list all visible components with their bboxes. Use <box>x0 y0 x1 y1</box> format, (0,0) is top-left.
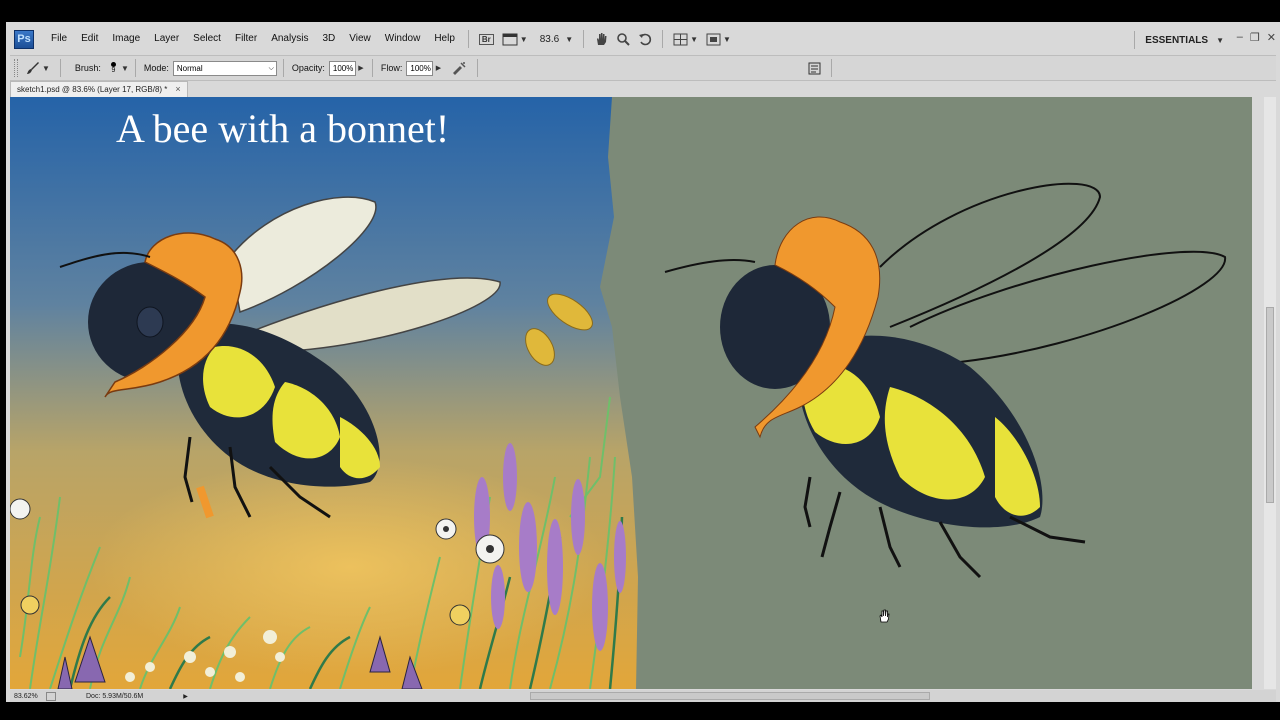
photoshop-window: Ps File Edit Image Layer Select Filter A… <box>6 22 1280 702</box>
artwork-canvas <box>10 97 1252 689</box>
mode-label: Mode: <box>143 63 169 73</box>
hand-cursor-icon <box>879 609 890 623</box>
flow-slider-button[interactable]: ▶ <box>433 61 443 76</box>
menu-edit[interactable]: Edit <box>74 29 105 49</box>
rotate-view-icon <box>639 33 652 46</box>
menu-analysis[interactable]: Analysis <box>264 29 315 49</box>
restore-icon[interactable]: ❐ <box>1250 31 1260 44</box>
brush-tool-icon <box>27 62 39 74</box>
status-zoom[interactable]: 83.62% <box>10 693 46 700</box>
screen-mode-icon <box>502 33 518 45</box>
arrange-documents-button[interactable]: ▼ <box>669 29 702 49</box>
menu-bar: Ps File Edit Image Layer Select Filter A… <box>6 26 1280 52</box>
flow-label: Flow: <box>380 63 403 73</box>
screen-mode-toggle-button[interactable]: ▼ <box>702 29 735 49</box>
workspace-switcher[interactable]: ESSENTIALS ▼ <box>1134 31 1224 49</box>
vertical-scroll-thumb[interactable] <box>1266 307 1274 503</box>
magnifier-icon <box>617 33 630 46</box>
document-tab[interactable]: sketch1.psd @ 83.6% (Layer 17, RGB/8) * … <box>10 81 188 97</box>
opacity-slider-button[interactable]: ▶ <box>356 61 366 76</box>
brush-label: Brush: <box>74 63 101 73</box>
brush-preset-picker[interactable]: 9 ▼ <box>110 61 129 75</box>
triangle-right-icon: ▶ <box>435 65 442 72</box>
close-icon[interactable]: × <box>175 82 180 97</box>
zoom-level-value: 83.6 <box>539 33 560 45</box>
chevron-down-icon: ▼ <box>565 34 574 44</box>
blend-mode-select[interactable]: Normal ⌵ <box>172 60 277 76</box>
minimize-icon[interactable]: – <box>1237 31 1243 44</box>
workspace-label: ESSENTIALS <box>1145 34 1209 46</box>
app-root: Ps File Edit Image Layer Select Filter A… <box>0 0 1280 720</box>
options-bar-grip[interactable] <box>14 59 18 77</box>
photoshop-logo-icon: Ps <box>14 29 34 49</box>
options-separator <box>134 59 136 77</box>
bridge-icon: Br <box>478 33 494 45</box>
zoom-tool-button[interactable] <box>612 29 634 49</box>
menu-filter[interactable]: Filter <box>228 29 264 49</box>
chevron-down-icon: ▼ <box>120 63 129 73</box>
airbrush-icon <box>453 62 466 75</box>
bridge-button[interactable]: Br <box>475 29 498 49</box>
chevron-down-icon: ▼ <box>519 34 528 44</box>
horizontal-scroll-thumb[interactable] <box>530 692 930 700</box>
vertical-scrollbar[interactable] <box>1264 97 1276 689</box>
status-bar: 83.62% Doc: 5.93M/50.6M ▶ <box>10 690 1276 702</box>
status-doc-info: Doc: 5.93M/50.6M <box>86 692 144 700</box>
menu-layer[interactable]: Layer <box>147 29 186 49</box>
options-separator <box>59 59 61 77</box>
close-icon[interactable]: ✕ <box>1267 31 1276 44</box>
screen-mode-button[interactable]: ▼ <box>498 29 532 49</box>
options-separator <box>371 59 373 77</box>
blend-mode-value: Normal <box>176 63 203 73</box>
painted-bee-eye <box>136 306 164 338</box>
triangle-right-icon[interactable]: ▶ <box>183 693 188 700</box>
brush-panel-icon <box>808 62 821 74</box>
airbrush-toggle[interactable] <box>447 58 471 78</box>
hand-tool-button[interactable] <box>590 29 612 49</box>
menu-window[interactable]: Window <box>378 29 428 49</box>
tool-preset-picker[interactable]: ▼ <box>22 58 54 78</box>
options-separator <box>282 59 284 77</box>
menu-separator <box>467 30 469 48</box>
menu-separator <box>583 30 585 48</box>
rotate-view-button[interactable] <box>634 29 656 49</box>
menu-3d[interactable]: 3D <box>315 29 342 49</box>
flow-input[interactable]: 100% <box>406 60 434 76</box>
full-screen-icon <box>706 33 721 45</box>
window-controls: – ❐ ✕ <box>1237 31 1276 44</box>
status-menu-icon[interactable] <box>46 691 56 701</box>
zoom-level-dropdown[interactable]: 83.6 ▼ <box>532 29 577 49</box>
chevron-down-icon: ▼ <box>690 34 699 44</box>
brush-size-value: 9 <box>111 66 116 74</box>
menu-image[interactable]: Image <box>105 29 147 49</box>
brush-panel-toggle[interactable] <box>804 58 825 78</box>
menu-file[interactable]: File <box>44 29 74 49</box>
menu-help[interactable]: Help <box>427 29 462 49</box>
document-tab-title: sketch1.psd @ 83.6% (Layer 17, RGB/8) * <box>17 85 168 94</box>
chevron-down-icon: ⌵ <box>268 64 274 72</box>
artwork-title: A bee with a bonnet! <box>116 106 450 151</box>
chevron-down-icon: ▼ <box>42 63 50 73</box>
document-canvas[interactable]: A bee with a bonnet! <box>10 97 1252 689</box>
hand-icon <box>597 33 607 45</box>
opacity-input[interactable]: 100% <box>328 60 356 76</box>
tool-options-bar: ▼ Brush: 9 ▼ Mode: Normal ⌵ Opacity: 100… <box>10 55 1276 81</box>
options-separator <box>831 59 833 77</box>
menu-separator <box>662 30 664 48</box>
options-separator <box>477 59 479 77</box>
menu-select[interactable]: Select <box>186 29 228 49</box>
chevron-down-icon: ▼ <box>723 34 731 44</box>
opacity-label: Opacity: <box>291 63 325 73</box>
triangle-right-icon: ▶ <box>358 65 364 72</box>
chevron-down-icon: ▼ <box>1216 35 1224 45</box>
arrange-documents-icon <box>673 33 688 45</box>
menu-view[interactable]: View <box>342 29 378 49</box>
